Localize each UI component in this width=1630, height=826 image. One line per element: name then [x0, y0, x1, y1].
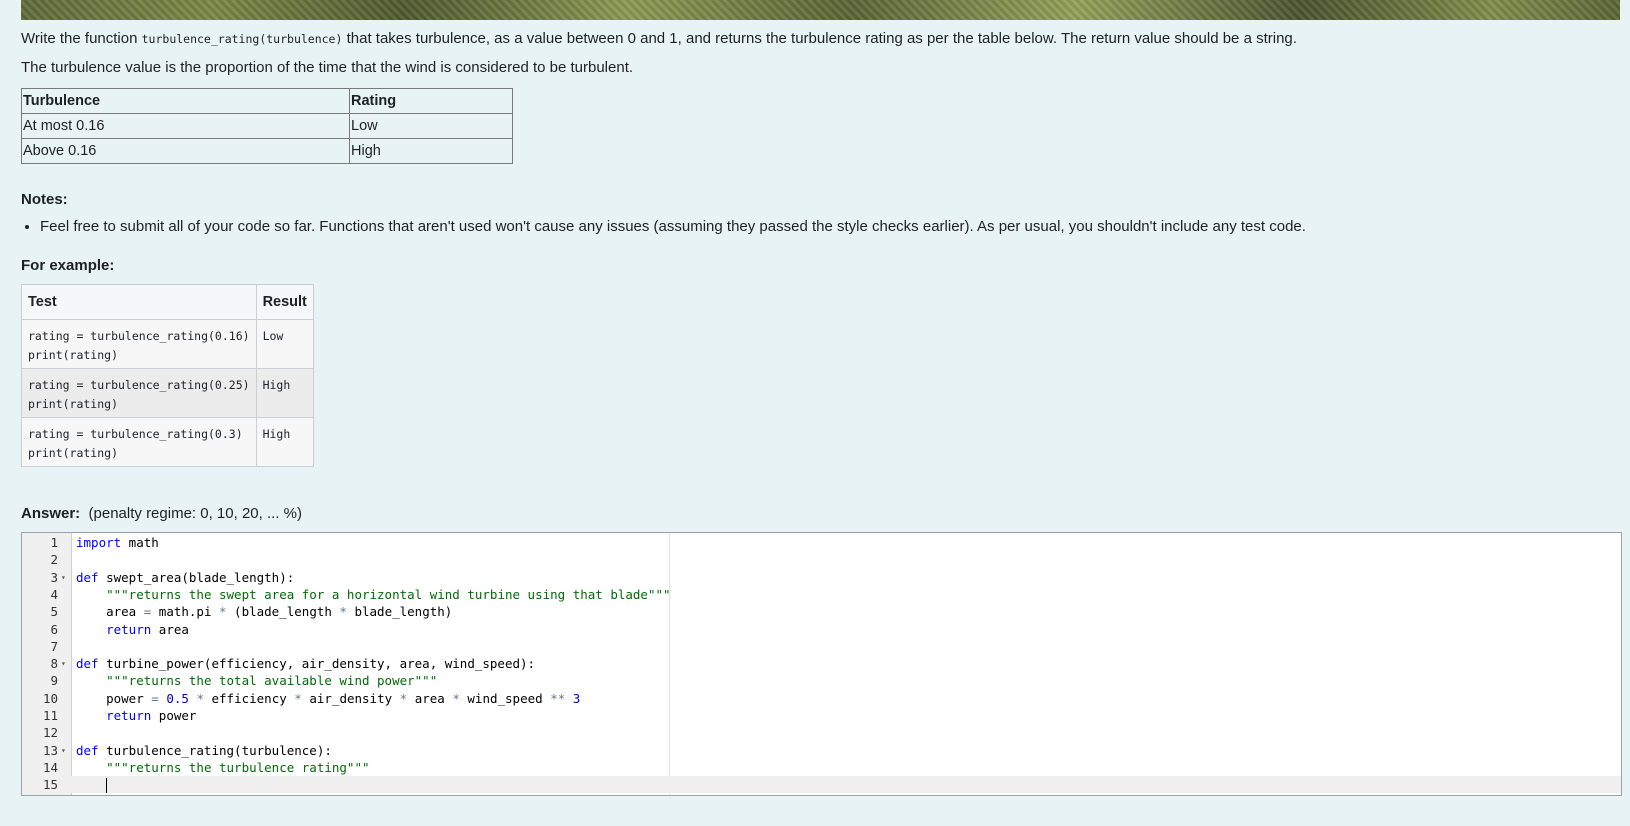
notes-heading: Notes: — [21, 191, 68, 208]
result-cell: High — [255, 368, 314, 418]
rating-table-header: Turbulence Rating — [21, 88, 513, 114]
code-text[interactable]: return area — [76, 621, 189, 638]
code-line[interactable]: 12 — [22, 724, 1621, 741]
line-number: 13 — [42, 742, 58, 758]
code-text[interactable]: power = 0.5 * efficiency * air_density *… — [76, 690, 580, 707]
line-number: 5 — [50, 604, 58, 620]
code-text[interactable]: """returns the turbulence rating""" — [76, 759, 369, 776]
column-header-turbulence: Turbulence — [21, 88, 350, 114]
function-signature: turbulence_rating(turbulence) — [141, 32, 343, 46]
penalty-regime: (penalty regime: 0, 10, 20, ... %) — [88, 505, 302, 522]
fold-toggle-icon[interactable]: ▾ — [61, 742, 66, 759]
rating-table: Turbulence Rating At most 0.16 Low Above… — [21, 88, 513, 164]
fold-toggle-icon[interactable]: ▾ — [61, 569, 66, 586]
table-cell: At most 0.16 — [21, 113, 350, 139]
code-text[interactable]: return power — [76, 707, 196, 724]
table-row: Above 0.16 High — [21, 138, 513, 164]
code-text[interactable]: import math — [76, 534, 159, 551]
code-text[interactable] — [76, 776, 108, 794]
column-header-result: Result — [255, 284, 314, 320]
result-cell: Low — [255, 319, 314, 369]
answer-label-row: Answer: (penalty regime: 0, 10, 20, ... … — [21, 505, 302, 522]
line-number: 10 — [42, 690, 58, 706]
line-number: 11 — [42, 708, 58, 723]
answer-label: Answer: — [21, 505, 81, 522]
code-text[interactable]: def turbulence_rating(turbulence): — [76, 742, 332, 759]
code-text[interactable]: """returns the total available wind powe… — [76, 672, 437, 689]
table-cell: High — [349, 138, 513, 164]
list-item: Feel free to submit all of your code so … — [40, 218, 1306, 235]
code-line[interactable]: 7 — [22, 638, 1621, 655]
table-row: rating = turbulence_rating(0.3) print(ra… — [21, 417, 314, 467]
intro-text-start: Write the function — [21, 30, 142, 47]
code-line[interactable]: 13 ▾ def turbulence_rating(turbulence): — [22, 742, 1621, 759]
code-line[interactable]: 15 — [22, 776, 1621, 794]
turbulence-definition: The turbulence value is the proportion o… — [21, 59, 634, 76]
code-line[interactable]: 9 """returns the total available wind po… — [22, 672, 1621, 689]
line-number: 14 — [42, 759, 58, 775]
table-cell: Low — [349, 113, 513, 139]
fold-toggle-icon[interactable]: ▾ — [61, 655, 66, 672]
code-text[interactable]: """returns the swept area for a horizont… — [76, 586, 670, 603]
code-line[interactable]: 3 ▾ def swept_area(blade_length): — [22, 569, 1621, 586]
code-line[interactable]: 11 return power — [22, 707, 1621, 724]
example-table-header: Test Result — [21, 284, 314, 320]
line-number: 9 — [50, 673, 58, 689]
line-number: 15 — [42, 777, 58, 793]
line-number: 2 — [50, 552, 58, 568]
code-line[interactable]: 10 power = 0.5 * efficiency * air_densit… — [22, 690, 1621, 707]
line-number: 6 — [50, 621, 58, 637]
question-intro: Write the function turbulence_rating(tur… — [21, 30, 1297, 47]
code-line[interactable]: 14 """returns the turbulence rating""" — [22, 759, 1621, 776]
code-line[interactable]: 6 return area — [22, 621, 1621, 638]
code-line[interactable]: 4 """returns the swept area for a horizo… — [22, 586, 1621, 603]
table-row: At most 0.16 Low — [21, 113, 513, 139]
code-text[interactable]: area = math.pi * (blade_length * blade_l… — [76, 603, 452, 620]
notes-list: Feel free to submit all of your code so … — [21, 218, 1306, 235]
line-number: 7 — [50, 638, 58, 654]
result-cell: High — [255, 417, 314, 467]
code-line[interactable]: 2 — [22, 551, 1621, 568]
line-number: 1 — [50, 535, 58, 550]
column-header-test: Test — [21, 284, 257, 320]
code-text[interactable]: def turbine_power(efficiency, air_densit… — [76, 655, 535, 672]
column-header-rating: Rating — [349, 88, 513, 114]
test-code-cell: rating = turbulence_rating(0.16) print(r… — [21, 319, 257, 369]
line-number: 4 — [50, 586, 58, 602]
line-number: 12 — [42, 725, 58, 741]
example-table: Test Result rating = turbulence_rating(0… — [21, 284, 314, 467]
table-cell: Above 0.16 — [21, 138, 350, 164]
line-number: 8 — [50, 656, 58, 672]
intro-text-end: that takes turbulence, as a value betwee… — [342, 30, 1297, 47]
code-line[interactable]: 8 ▾ def turbine_power(efficiency, air_dens… — [22, 655, 1621, 672]
code-text[interactable]: def swept_area(blade_length): — [76, 569, 294, 586]
line-number: 3 — [50, 569, 58, 585]
test-code-cell: rating = turbulence_rating(0.25) print(r… — [21, 368, 257, 418]
example-heading: For example: — [21, 257, 115, 274]
code-line[interactable]: 1 import math — [22, 534, 1621, 551]
table-row: rating = turbulence_rating(0.25) print(r… — [21, 368, 314, 418]
test-code-cell: rating = turbulence_rating(0.3) print(ra… — [21, 417, 257, 467]
header-banner-image — [21, 0, 1620, 20]
code-line[interactable]: 5 area = math.pi * (blade_length * blade… — [22, 603, 1621, 620]
code-editor[interactable]: 1 import math 2 3 ▾ def swept_area(blade_leng… — [21, 532, 1622, 796]
table-row: rating = turbulence_rating(0.16) print(r… — [21, 319, 314, 369]
